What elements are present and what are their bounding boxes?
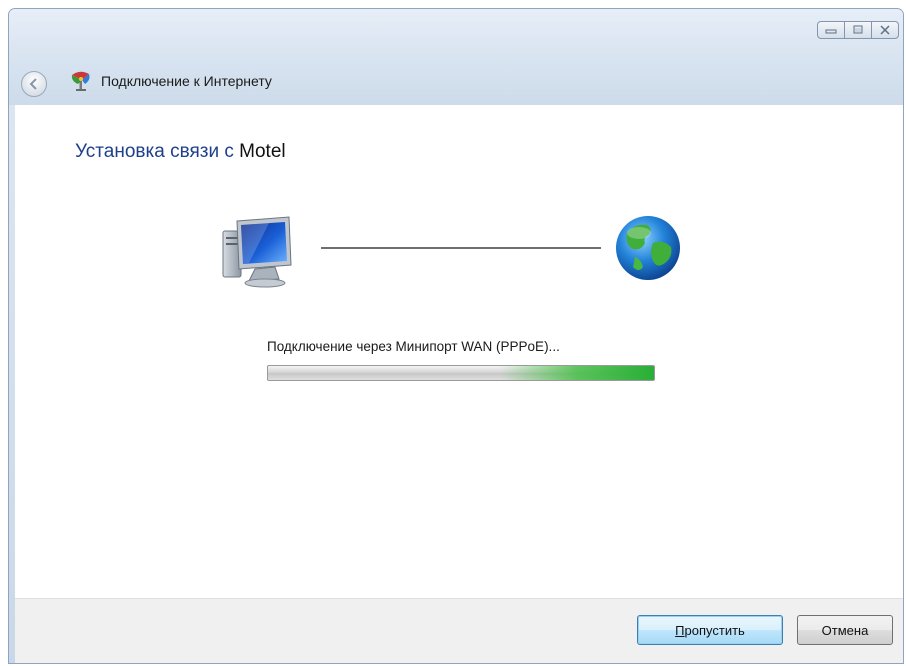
skip-label-rest: ропустить xyxy=(684,622,745,638)
page-heading: Установка связи с Motel xyxy=(75,141,286,163)
close-button[interactable] xyxy=(871,21,899,39)
window-controls xyxy=(817,21,899,39)
maximize-button[interactable] xyxy=(844,21,872,39)
back-button[interactable] xyxy=(21,71,47,97)
window-title: Подключение к Интернету xyxy=(101,73,272,89)
title-bar: Подключение к Интернету xyxy=(9,9,903,105)
skip-button-label: Пропустить xyxy=(675,623,745,638)
skip-button[interactable]: Пропустить xyxy=(637,615,783,645)
connection-name: Motel xyxy=(239,141,286,162)
skip-mnemonic: П xyxy=(675,622,685,638)
cancel-button[interactable]: Отмена xyxy=(797,615,893,645)
minimize-icon xyxy=(825,29,837,34)
globe-icon xyxy=(616,216,680,280)
minimize-button[interactable] xyxy=(817,21,845,39)
content-area: Установка связи с Motel Подключение чере… xyxy=(15,105,903,599)
back-arrow-icon xyxy=(29,78,37,90)
progress-bar xyxy=(267,365,655,381)
maximize-icon xyxy=(853,25,863,34)
connection-window: Подключение к Интернету Установка связи … xyxy=(8,8,904,664)
close-icon xyxy=(880,25,890,35)
computer-icon xyxy=(222,216,292,288)
heading-prefix: Установка связи с xyxy=(75,141,234,162)
progress-marquee xyxy=(499,366,654,380)
network-connection-icon xyxy=(71,71,90,91)
connection-status: Подключение через Минипорт WAN (PPPoE)..… xyxy=(267,339,560,354)
button-bar: Пропустить Отмена xyxy=(15,598,903,663)
connection-line xyxy=(321,247,601,249)
